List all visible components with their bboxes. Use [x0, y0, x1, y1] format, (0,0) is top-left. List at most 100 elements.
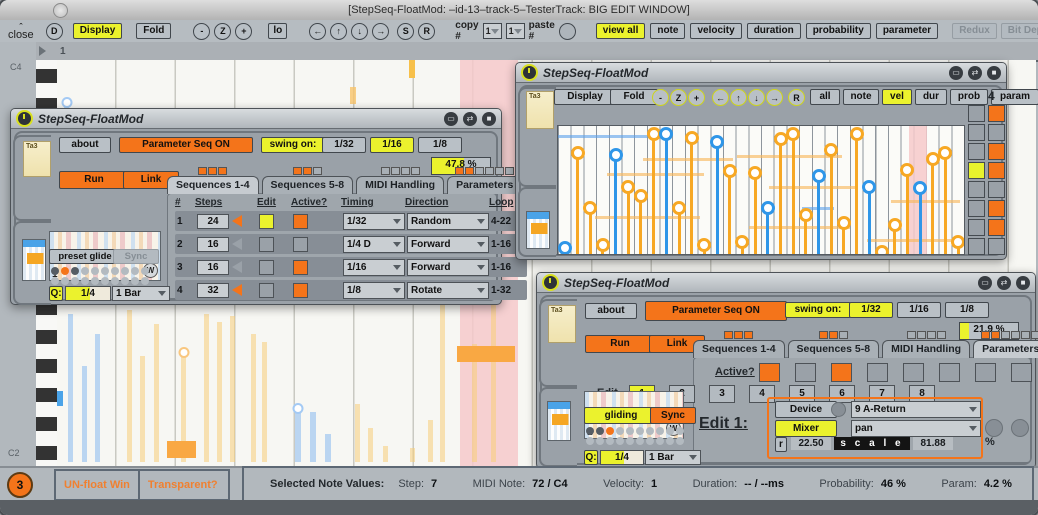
preset-slot[interactable]: [51, 277, 59, 285]
view-dur[interactable]: dur: [915, 89, 947, 105]
device-power-icon[interactable]: [542, 274, 559, 291]
step-stem[interactable]: [919, 185, 922, 254]
step-stem[interactable]: [944, 150, 947, 254]
step-stem[interactable]: [601, 242, 604, 254]
active-square[interactable]: [988, 105, 1005, 122]
step-stem[interactable]: [779, 136, 782, 254]
steps-value[interactable]: 16: [197, 237, 229, 252]
active-toggle[interactable]: [939, 363, 960, 382]
timing-dropdown[interactable]: 1/16: [343, 259, 405, 276]
grid-size-dropdown[interactable]: 1 Bar: [112, 286, 170, 301]
view-parameter[interactable]: parameter: [876, 23, 938, 39]
about-button[interactable]: about: [585, 303, 637, 319]
device-button[interactable]: Device: [775, 401, 837, 418]
preset-slot[interactable]: [81, 277, 89, 285]
preset-slot[interactable]: [101, 277, 109, 285]
about-button[interactable]: about: [59, 137, 111, 153]
step-stem[interactable]: [576, 150, 579, 254]
preset-slot[interactable]: [71, 267, 79, 275]
gliding-button[interactable]: gliding: [584, 407, 658, 424]
active-square[interactable]: [988, 162, 1005, 179]
preset-slot[interactable]: [636, 437, 644, 445]
view-velocity[interactable]: velocity: [690, 23, 741, 39]
grid-size-dropdown[interactable]: 1 Bar: [645, 450, 701, 465]
step-stem[interactable]: [639, 193, 642, 254]
preset-slot[interactable]: [131, 277, 139, 285]
edit-select-square[interactable]: [968, 124, 985, 141]
d-button[interactable]: D: [46, 23, 63, 40]
preset-slot[interactable]: [71, 277, 79, 285]
edit-seq-3[interactable]: 3: [709, 385, 735, 403]
tab-midi-handling[interactable]: MIDI Handling: [882, 340, 970, 358]
edit-select-square[interactable]: [968, 238, 985, 255]
preset-slot[interactable]: [586, 437, 594, 445]
preset-slot[interactable]: [676, 437, 684, 445]
direction-dropdown[interactable]: Forward: [407, 236, 489, 253]
edit-select-square[interactable]: [968, 219, 985, 236]
view-all[interactable]: all: [810, 89, 840, 105]
preset-slot[interactable]: [606, 437, 614, 445]
copy-number-dropdown-2[interactable]: 1: [506, 23, 525, 39]
preset-slot[interactable]: [141, 277, 149, 285]
floating-window-1[interactable]: StepSeq-FloatMod ▭ ⇄ ■ Ta3 about Paramet…: [10, 108, 502, 305]
active-toggle[interactable]: [293, 237, 308, 252]
sticky-note-icon[interactable]: Ta3: [526, 91, 554, 129]
unfloat-button[interactable]: UN-float Win: [56, 479, 138, 491]
sync-button[interactable]: Sync: [650, 407, 696, 424]
view-view-all[interactable]: view all: [596, 23, 646, 39]
preset-slot[interactable]: [91, 277, 99, 285]
step-stem[interactable]: [830, 147, 833, 254]
view-probability[interactable]: probability: [806, 23, 871, 39]
window-thumbnail-icon[interactable]: [526, 211, 550, 249]
edit-toggle[interactable]: [259, 214, 274, 229]
active-square[interactable]: [988, 181, 1005, 198]
step-stem[interactable]: [868, 184, 871, 254]
preset-slot[interactable]: [616, 427, 624, 435]
window3-titlebar[interactable]: StepSeq-FloatMod ▭ ⇄ ■: [537, 273, 1035, 293]
edit-toggle[interactable]: [259, 283, 274, 298]
window-control-icon[interactable]: [53, 3, 68, 18]
swing-1-8[interactable]: 1/8: [418, 137, 462, 153]
edit-select-square[interactable]: [968, 162, 985, 179]
save-icon[interactable]: ■: [482, 112, 496, 126]
timing-dropdown[interactable]: 1/32: [343, 213, 405, 230]
step-stem[interactable]: [842, 220, 845, 254]
swing-1-32[interactable]: 1/32: [322, 137, 366, 153]
tab-sequences-1-4[interactable]: Sequences 1-4: [167, 176, 259, 194]
device-dropdown[interactable]: 9 A-Return: [851, 401, 981, 418]
quantize-value-slider[interactable]: 1/4: [600, 450, 644, 465]
edit-select-square[interactable]: [968, 200, 985, 217]
zoom-out-button[interactable]: -: [652, 89, 669, 106]
edit-toggle[interactable]: [259, 237, 274, 252]
device-power-icon[interactable]: [16, 110, 33, 127]
preset-slot[interactable]: [586, 427, 594, 435]
arrow-right-button[interactable]: →: [372, 23, 389, 40]
step-stem[interactable]: [881, 249, 884, 254]
window-count-badge[interactable]: 3: [7, 472, 33, 498]
preset-slot[interactable]: [121, 277, 129, 285]
r-button[interactable]: R: [418, 23, 435, 40]
active-toggle[interactable]: [903, 363, 924, 382]
floating-window-3[interactable]: StepSeq-FloatMod ▭ ⇄ ■ Ta3 about Paramet…: [536, 272, 1036, 469]
step-stem[interactable]: [728, 168, 731, 254]
preset-slot[interactable]: [91, 267, 99, 275]
active-toggle[interactable]: [975, 363, 996, 382]
zoom-in-button[interactable]: +: [235, 23, 252, 40]
swing-1-32[interactable]: 1/32: [849, 302, 893, 318]
preset-slot[interactable]: [626, 427, 634, 435]
save-icon[interactable]: ■: [987, 66, 1001, 80]
direction-dropdown[interactable]: Forward: [407, 259, 489, 276]
parameter-dropdown[interactable]: pan: [851, 420, 981, 437]
save-icon[interactable]: ■: [1016, 276, 1030, 290]
preset-slot[interactable]: [646, 427, 654, 435]
fold-button[interactable]: Fold: [610, 89, 658, 105]
timing-dropdown[interactable]: 1/8: [343, 282, 405, 299]
paste-indicator-icon[interactable]: [559, 23, 576, 40]
fold-button[interactable]: Fold: [136, 23, 171, 39]
arrow-left-button[interactable]: ←: [712, 89, 729, 106]
map-dial-icon[interactable]: [985, 419, 1003, 437]
preset-slot[interactable]: [51, 267, 59, 275]
step-stem[interactable]: [804, 212, 807, 254]
view-duration[interactable]: duration: [747, 23, 801, 39]
edit-toggle[interactable]: [259, 260, 274, 275]
